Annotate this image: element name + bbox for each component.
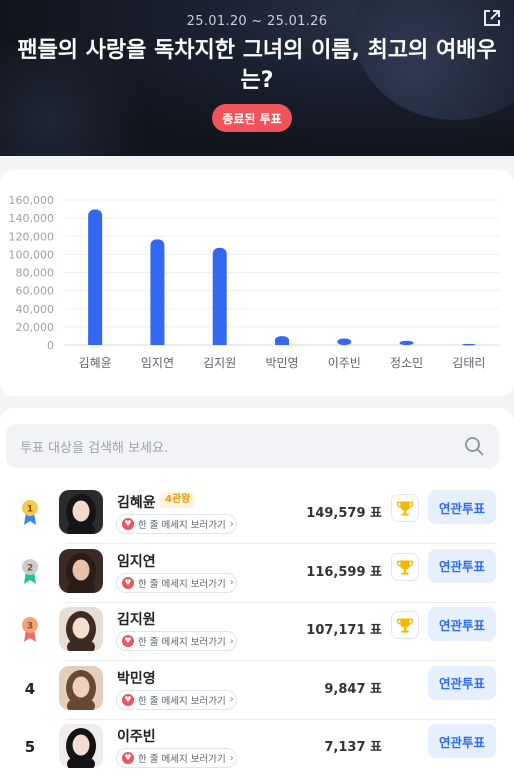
candidate-name: 김혜윤: [117, 495, 156, 511]
y-tick-label: 20,000: [16, 321, 55, 334]
ranking-row[interactable]: 2 임지연 ♥ 한 줄 메세지 보러가기 › 116,599 표 연관투표: [0, 545, 514, 603]
ranking-list: 투표 대상을 검색해 보세요. 1 김혜윤 4관왕 ♥ 한 줄 메세지 보러가기 …: [0, 408, 514, 783]
related-vote-button[interactable]: 연관투표: [428, 548, 496, 583]
candidate-name: 임지연: [117, 553, 156, 570]
bar: [399, 340, 414, 345]
y-tick-label: 100,000: [9, 248, 55, 261]
candidate-name: 박민영: [117, 670, 156, 687]
vote-result-page: 25.01.20 ~ 25.01.26 팬들의 사랑을 독차지한 그녀의 이름,…: [0, 0, 514, 783]
rank-number: 5: [24, 738, 36, 756]
ended-vote-button[interactable]: 종료된 투표: [212, 104, 292, 132]
message-button[interactable]: ♥ 한 줄 메세지 보러가기 ›: [116, 631, 237, 651]
ranking-row[interactable]: 5 이주빈 ♥ 한 줄 메세지 보러가기 › 7,137 표 연관투표: [0, 720, 514, 778]
y-tick-label: 40,000: [16, 303, 55, 316]
chevron-right-icon: ›: [229, 752, 234, 764]
message-label: 한 줄 메세지 보러가기: [138, 637, 226, 648]
bar: [88, 209, 103, 345]
vote-count: 116,599 표: [306, 564, 382, 580]
vote-count: 7,137 표: [324, 740, 382, 755]
related-vote-button[interactable]: 연관투표: [428, 490, 496, 524]
heart-icon: ♥: [122, 752, 134, 764]
message-button[interactable]: ♥ 한 줄 메세지 보러가기 ›: [116, 514, 237, 534]
bar-chart: 0 20,000 40,000 60,000 80,000 100,000 120,000 1…: [9, 194, 500, 370]
message-button[interactable]: ♥ 한 줄 메세지 보러가기 ›: [116, 748, 237, 768]
message-label: 한 줄 메세지 보러가기: [138, 695, 226, 707]
avatar[interactable]: [59, 724, 103, 768]
vote-count: 9,847 표: [324, 681, 382, 697]
message-label: 한 줄 메세지 보러가기: [138, 520, 226, 531]
trophy-icon[interactable]: [391, 494, 419, 522]
award-badge: 4관왕: [160, 492, 196, 508]
bar: [461, 343, 476, 346]
x-tick-label: 정소민: [390, 356, 423, 370]
avatar[interactable]: [59, 607, 103, 651]
search-bar[interactable]: 투표 대상을 검색해 보세요.: [6, 424, 499, 468]
message-button[interactable]: ♥ 한 줄 메세지 보러가기 ›: [116, 572, 237, 593]
medal-icon: 3: [22, 617, 38, 642]
bar: [212, 247, 227, 345]
chevron-right-icon: ›: [229, 577, 234, 588]
heart-icon: ♥: [122, 693, 134, 706]
ranking-row[interactable]: 3 김지원 ♥ 한 줄 메세지 보러가기 › 107,171 표 연관투표: [0, 603, 514, 661]
bar: [337, 338, 352, 345]
search-icon[interactable]: [463, 435, 485, 457]
related-vote-button[interactable]: 연관투표: [428, 665, 496, 700]
heart-icon: ♥: [122, 576, 134, 589]
chevron-right-icon: ›: [229, 635, 234, 647]
x-tick-label: 임지연: [141, 356, 174, 370]
x-tick-label: 박민영: [265, 356, 298, 370]
chevron-right-icon: ›: [229, 518, 234, 530]
bar-base: [212, 339, 227, 345]
bar: [150, 239, 165, 345]
medal-icon: 2: [22, 558, 38, 584]
candidate-name: 이주빈: [117, 729, 156, 745]
avatar[interactable]: [59, 490, 103, 534]
avatar[interactable]: [59, 665, 103, 710]
medal-number: 1: [27, 505, 33, 515]
vote-count: 107,171 표: [306, 623, 382, 638]
trophy-icon[interactable]: [391, 611, 419, 639]
x-tick-label: 이주빈: [328, 356, 361, 370]
bar-base: [275, 339, 289, 345]
ranking-row[interactable]: 1 김혜윤 4관왕 ♥ 한 줄 메세지 보러가기 › 149,579 표 연관투표: [0, 486, 514, 544]
vote-count: 149,579 표: [306, 506, 382, 521]
date-range: 25.01.20 ~ 25.01.26: [186, 14, 328, 29]
share-icon[interactable]: [482, 8, 502, 28]
vote-chart: 0 20,000 40,000 60,000 80,000 100,000 120,000 1…: [0, 170, 514, 396]
message-button[interactable]: ♥ 한 줄 메세지 보러가기 ›: [116, 689, 237, 710]
candidate-name: 김지원: [117, 612, 156, 628]
message-label: 한 줄 메세지 보러가기: [138, 578, 226, 590]
rank-number: 4: [24, 679, 36, 698]
y-tick-label: 0: [47, 339, 54, 352]
y-tick-label: 120,000: [9, 230, 55, 243]
related-vote-button[interactable]: 연관투표: [428, 607, 496, 641]
related-vote-button[interactable]: 연관투표: [428, 724, 496, 758]
ranking-row[interactable]: 4 박민영 ♥ 한 줄 메세지 보러가기 › 9,847 표 연관투표: [0, 662, 514, 720]
x-tick-label: 김태리: [452, 356, 485, 370]
search-input[interactable]: 투표 대상을 검색해 보세요.: [20, 437, 168, 456]
bar-base: [150, 339, 165, 345]
heart-icon: ♥: [122, 518, 134, 530]
chevron-right-icon: ›: [229, 694, 234, 705]
heart-icon: ♥: [122, 635, 134, 647]
x-tick-label: 김지원: [203, 356, 236, 370]
avatar[interactable]: [59, 548, 103, 593]
medal-number: 2: [27, 563, 33, 573]
y-tick-label: 60,000: [16, 285, 55, 298]
header-banner: 25.01.20 ~ 25.01.26 팬들의 사랑을 독차지한 그녀의 이름,…: [0, 0, 514, 156]
bar-base: [88, 339, 103, 345]
page-title: 팬들의 사랑을 독차지한 그녀의 이름, 최고의 여배우는?: [17, 38, 497, 93]
y-tick-label: 140,000: [9, 212, 55, 225]
trophy-icon[interactable]: [391, 552, 419, 581]
y-tick-label: 160,000: [9, 194, 55, 207]
medal-number: 3: [27, 622, 33, 632]
message-label: 한 줄 메세지 보러가기: [138, 754, 226, 765]
y-tick-label: 80,000: [16, 267, 55, 280]
medal-icon: 1: [22, 500, 38, 525]
x-tick-label: 김혜윤: [79, 356, 112, 370]
